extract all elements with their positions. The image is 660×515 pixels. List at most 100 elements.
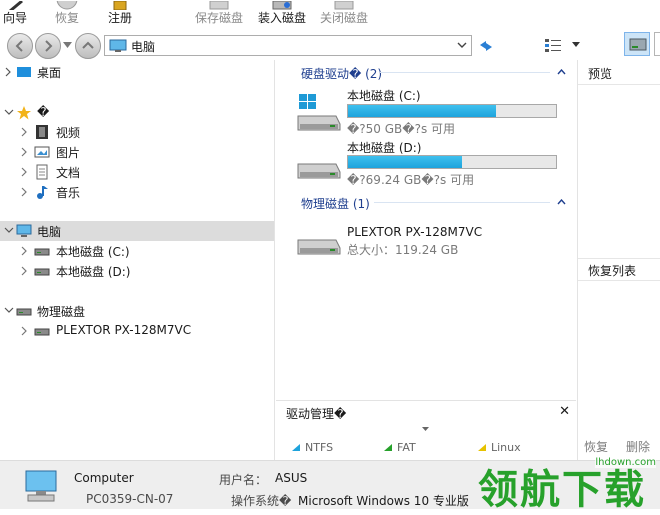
computer-title: Computer <box>74 471 134 485</box>
close-icon[interactable]: ✕ <box>559 404 570 419</box>
restore-action-button[interactable]: 恢复 <box>584 438 608 455</box>
chevron-right-icon[interactable] <box>20 266 30 276</box>
restore-label: 恢复 <box>54 11 79 25</box>
tree-item-video[interactable]: 视频 <box>0 122 274 142</box>
tree-item-music[interactable]: 音乐 <box>0 182 274 202</box>
disk-view-icon <box>629 38 647 51</box>
delete-action-button[interactable]: 删除 <box>626 438 650 455</box>
close-disk-label: 关闭磁盘 <box>320 11 369 25</box>
legend-fat: FAT <box>384 441 416 454</box>
tree-label-plextor: PLEXTOR PX-128M7VC <box>56 323 192 337</box>
star-icon <box>17 106 31 120</box>
close-disk-icon <box>331 0 357 10</box>
user-label: 用户名： <box>219 473 268 487</box>
chevron-down-icon[interactable] <box>4 226 14 236</box>
physical-disk-size: 总大小：119.24 GB <box>347 243 459 257</box>
tree-item-desktop[interactable]: 桌面 <box>0 62 274 82</box>
tree-label-music: 音乐 <box>56 186 81 200</box>
wizard-label: 向导 <box>2 11 27 25</box>
group-header-hdd[interactable]: 硬盘驱动� (2) <box>301 65 382 82</box>
tree-label-drive-c: 本地磁盘 (C:) <box>56 245 130 259</box>
chevron-down-icon[interactable] <box>4 108 14 118</box>
tree-item-physical-disks[interactable]: 物理磁盘 <box>0 301 274 321</box>
music-note-icon <box>37 186 48 199</box>
drive-c-name: 本地磁盘 (C:) <box>347 89 421 103</box>
computer-icon <box>109 39 127 52</box>
chevron-down-icon[interactable] <box>4 306 14 316</box>
preview-header: 预览 <box>588 67 613 81</box>
chevron-right-icon[interactable] <box>20 167 30 177</box>
wizard-button[interactable]: 向导 <box>2 0 28 28</box>
tree-label-physical: 物理磁盘 <box>37 305 86 319</box>
chevron-down-icon[interactable] <box>422 427 429 431</box>
film-icon <box>36 125 48 139</box>
legend-ntfs: NTFS <box>292 441 333 454</box>
drive-c-usage-fill <box>348 105 496 117</box>
divider <box>578 280 660 281</box>
fat-marker-icon <box>384 444 392 451</box>
tree-item-plextor[interactable]: PLEXTOR PX-128M7VC <box>0 321 274 341</box>
chevron-up-icon[interactable] <box>557 199 566 205</box>
tree-item-computer[interactable]: 电脑 <box>0 221 274 241</box>
tree-item-drive-c[interactable]: 本地磁盘 (C:) <box>0 241 274 261</box>
chevron-down-icon[interactable] <box>457 42 467 48</box>
save-disk-icon <box>206 0 232 10</box>
legend-fat-label: FAT <box>397 441 416 454</box>
chevron-right-icon[interactable] <box>20 147 30 157</box>
physical-disk-name: PLEXTOR PX-128M7VC <box>347 225 483 239</box>
register-label: 注册 <box>107 11 132 25</box>
tree-item-favorites[interactable]: � <box>0 103 274 123</box>
chevron-right-icon[interactable] <box>4 67 14 77</box>
view-options-icon[interactable] <box>544 37 562 53</box>
forward-arrow-icon <box>45 40 53 52</box>
chevron-right-icon[interactable] <box>20 127 30 137</box>
chevron-right-icon[interactable] <box>20 187 30 197</box>
load-disk-button[interactable]: 装入磁盘 <box>258 0 306 28</box>
folder-tree: 桌面 � 视频 图片 文档 音乐 电脑 本地磁盘 (C:) 本地磁盘 (D:) … <box>0 60 275 460</box>
drive-c-usage-bar <box>347 104 557 118</box>
toolbar: 向导 恢复 注册 保存磁盘 装入磁盘 关闭磁盘 <box>0 0 660 28</box>
tree-item-drive-d[interactable]: 本地磁盘 (D:) <box>0 261 274 281</box>
chevron-right-icon[interactable] <box>20 326 30 336</box>
panel-view-button[interactable] <box>654 32 660 56</box>
chevron-up-icon[interactable] <box>557 69 566 75</box>
document-icon <box>36 164 48 180</box>
divider <box>578 258 660 259</box>
tree-item-documents[interactable]: 文档 <box>0 162 274 182</box>
view-dropdown-icon[interactable] <box>572 42 580 47</box>
restore-button[interactable]: 恢复 <box>54 0 80 28</box>
register-button[interactable]: 注册 <box>107 0 133 28</box>
history-dropdown-icon[interactable] <box>63 42 72 48</box>
drive-d-usage-bar <box>347 155 557 169</box>
hard-drive-icon <box>297 239 341 255</box>
drive-management-panel: 驱动管理� ✕ NTFS FAT Linux <box>276 400 576 460</box>
close-disk-button[interactable]: 关闭磁盘 <box>320 0 368 28</box>
save-disk-button[interactable]: 保存磁盘 <box>195 0 243 28</box>
tree-item-pictures[interactable]: 图片 <box>0 142 274 162</box>
drive-list-panel: 硬盘驱动� (2) 本地磁盘 (C:) �?50 GB�?s 可用 本地磁盘 (… <box>276 60 576 400</box>
drive-d-usage-fill <box>348 156 463 168</box>
recovery-list-header: 恢复列表 <box>588 264 637 278</box>
windows-drive-icon <box>297 94 341 131</box>
back-arrow-icon <box>15 40 23 52</box>
hard-drive-icon <box>34 248 50 256</box>
os-value: Microsoft Windows 10 专业版 <box>298 494 469 508</box>
wand-icon <box>2 0 28 10</box>
desktop-icon <box>17 67 31 77</box>
tree-label-pictures: 图片 <box>56 146 81 160</box>
forward-button[interactable] <box>35 33 61 59</box>
address-bar[interactable]: 电脑 <box>104 35 472 56</box>
back-button[interactable] <box>7 33 33 59</box>
group-header-physical[interactable]: 物理磁盘 (1) <box>301 195 370 212</box>
right-panel: 预览 恢复列表 恢复 删除 <box>577 60 660 460</box>
user-value: ASUS <box>275 471 308 485</box>
drive-view-button[interactable] <box>624 32 650 56</box>
group-divider <box>374 202 550 203</box>
refresh-icon[interactable] <box>478 39 494 53</box>
up-button[interactable] <box>75 33 101 59</box>
legend-ntfs-label: NTFS <box>305 441 334 454</box>
chevron-right-icon[interactable] <box>20 246 30 256</box>
watermark-logo: 领航下载 lhdown.com <box>470 455 660 513</box>
address-text: 电脑 <box>131 40 156 54</box>
hard-drive-icon <box>34 328 50 336</box>
